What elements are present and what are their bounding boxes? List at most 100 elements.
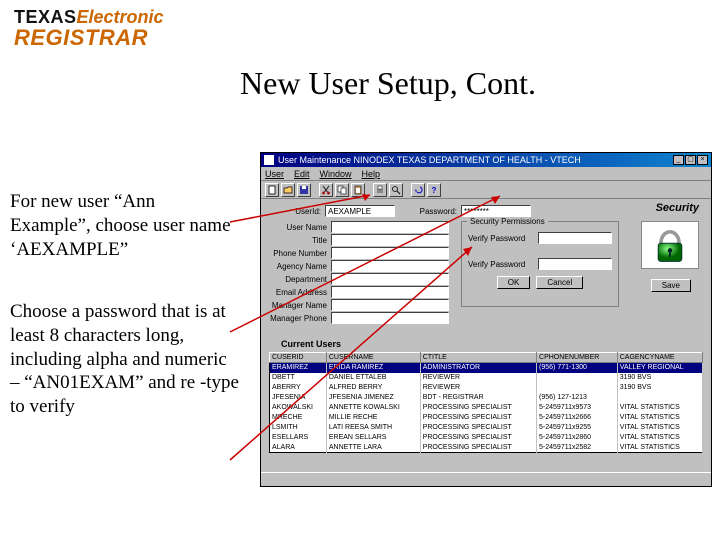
slide-title: New User Setup, Cont. bbox=[240, 65, 536, 102]
toolbar-undo-icon[interactable] bbox=[411, 183, 425, 197]
instruction-paragraph-1: For new user “Ann Example”, choose user … bbox=[10, 190, 240, 261]
table-cell: EREAN SELLARS bbox=[326, 433, 420, 443]
menu-user[interactable]: User bbox=[265, 169, 284, 179]
userid-input[interactable]: AEXAMPLE bbox=[325, 205, 395, 217]
column-header[interactable]: CAGENCYNAME bbox=[617, 353, 702, 363]
verify-password-input-2[interactable] bbox=[538, 258, 612, 270]
table-cell: DANIEL ETTALEB bbox=[326, 373, 420, 383]
table-cell: VITAL STATISTICS bbox=[617, 413, 702, 423]
table-cell bbox=[617, 393, 702, 403]
dept-label: Department bbox=[269, 275, 331, 284]
table-row[interactable]: AKOWALSKIANNETTE KOWALSKIPROCESSING SPEC… bbox=[270, 403, 703, 413]
table-cell: PROCESSING SPECIALIST bbox=[420, 403, 536, 413]
users-table[interactable]: CUSERIDCUSERNAMECTITLECPHONENUMBERCAGENC… bbox=[269, 352, 703, 453]
menu-window[interactable]: Window bbox=[320, 169, 352, 179]
table-cell: 5-2459711x9255 bbox=[537, 423, 618, 433]
table-cell: AKOWALSKI bbox=[270, 403, 327, 413]
mgr-phone-label: Manager Phone bbox=[269, 314, 331, 323]
table-row[interactable]: MRECHEMILLIE RECHEPROCESSING SPECIALIST5… bbox=[270, 413, 703, 423]
phone-input[interactable] bbox=[331, 247, 449, 259]
table-cell: VITAL STATISTICS bbox=[617, 433, 702, 443]
table-cell: VITAL STATISTICS bbox=[617, 403, 702, 413]
details-panel: User Name Title Phone Number Agency Name… bbox=[269, 221, 449, 325]
user-name-input[interactable] bbox=[331, 221, 449, 233]
table-cell: BDT - REGISTRAR bbox=[420, 393, 536, 403]
table-cell: VITAL STATISTICS bbox=[617, 423, 702, 433]
toolbar-save-icon[interactable] bbox=[297, 183, 311, 197]
table-cell: JFESENIA bbox=[270, 393, 327, 403]
permissions-group-title: Security Permissions bbox=[467, 217, 548, 226]
menu-edit[interactable]: Edit bbox=[294, 169, 310, 179]
password-label: Password: bbox=[405, 207, 457, 216]
window-title: User Maintenance NINODEX TEXAS DEPARTMEN… bbox=[278, 155, 581, 165]
menu-help[interactable]: Help bbox=[362, 169, 381, 179]
phone-label: Phone Number bbox=[269, 249, 331, 258]
table-cell: VITAL STATISTICS bbox=[617, 443, 702, 453]
security-heading: Security bbox=[656, 202, 699, 214]
table-cell: MRECHE bbox=[270, 413, 327, 423]
toolbar-paste-icon[interactable] bbox=[351, 183, 365, 197]
logo-electronic: Electronic bbox=[77, 7, 164, 27]
table-row[interactable]: ABERRYALFRED BERRYREVIEWER3190 BVS bbox=[270, 383, 703, 393]
table-row[interactable]: ALARAANNETTE LARAPROCESSING SPECIALIST5-… bbox=[270, 443, 703, 453]
logo-texas: TEXAS bbox=[14, 7, 77, 27]
table-cell: PROCESSING SPECIALIST bbox=[420, 443, 536, 453]
mgr-phone-input[interactable] bbox=[331, 312, 449, 324]
instruction-paragraph-2: Choose a password that is at least 8 cha… bbox=[10, 300, 240, 419]
table-cell: ADMINISTRATOR bbox=[420, 363, 536, 373]
column-header[interactable]: CUSERID bbox=[270, 353, 327, 363]
toolbar-help-icon[interactable]: ? bbox=[427, 183, 441, 197]
mgr-name-input[interactable] bbox=[331, 299, 449, 311]
table-row[interactable]: LSMITHLATI REESA SMITHPROCESSING SPECIAL… bbox=[270, 423, 703, 433]
toolbar-print-icon[interactable] bbox=[373, 183, 387, 197]
table-row[interactable]: DBETTDANIEL ETTALEBREVIEWER3190 BVS bbox=[270, 373, 703, 383]
table-cell: ALFRED BERRY bbox=[326, 383, 420, 393]
table-cell: ERIDA RAMIREZ bbox=[326, 363, 420, 373]
current-users-section: Current Users CUSERIDCUSERNAMECTITLECPHO… bbox=[269, 339, 703, 453]
email-label: Email Address bbox=[269, 288, 331, 297]
table-cell: LSMITH bbox=[270, 423, 327, 433]
toolbar-open-icon[interactable] bbox=[281, 183, 295, 197]
column-header[interactable]: CUSERNAME bbox=[326, 353, 420, 363]
dept-input[interactable] bbox=[331, 273, 449, 285]
table-row[interactable]: JFESENIAJFESENIA JIMENEZBDT - REGISTRAR(… bbox=[270, 393, 703, 403]
table-row[interactable]: ESELLARSEREAN SELLARSPROCESSING SPECIALI… bbox=[270, 433, 703, 443]
logo-block: TEXASElectronic REGISTRAR bbox=[14, 8, 164, 49]
column-header[interactable]: CTITLE bbox=[420, 353, 536, 363]
menubar: User Edit Window Help bbox=[261, 167, 711, 181]
close-button[interactable]: × bbox=[697, 155, 708, 165]
cancel-button[interactable]: Cancel bbox=[536, 276, 583, 289]
security-permissions-group: Security Permissions Verify Password Ver… bbox=[461, 221, 619, 307]
table-cell: ERAMIREZ bbox=[270, 363, 327, 373]
title-label: Title bbox=[269, 236, 331, 245]
titlebar[interactable]: User Maintenance NINODEX TEXAS DEPARTMEN… bbox=[261, 153, 711, 167]
table-cell: PROCESSING SPECIALIST bbox=[420, 433, 536, 443]
agency-label: Agency Name bbox=[269, 262, 331, 271]
email-input[interactable] bbox=[331, 286, 449, 298]
table-cell: ABERRY bbox=[270, 383, 327, 393]
toolbar-new-icon[interactable] bbox=[265, 183, 279, 197]
title-input[interactable] bbox=[331, 234, 449, 246]
toolbar-find-icon[interactable] bbox=[389, 183, 403, 197]
table-cell: DBETT bbox=[270, 373, 327, 383]
table-cell bbox=[537, 383, 618, 393]
table-cell: ANNETTE KOWALSKI bbox=[326, 403, 420, 413]
save-button[interactable]: Save bbox=[651, 279, 691, 292]
minimize-button[interactable]: _ bbox=[673, 155, 684, 165]
table-cell: MILLIE RECHE bbox=[326, 413, 420, 423]
verify-password-input-1[interactable] bbox=[538, 232, 612, 244]
column-header[interactable]: CPHONENUMBER bbox=[537, 353, 618, 363]
table-row[interactable]: ERAMIREZERIDA RAMIREZADMINISTRATOR(956) … bbox=[270, 363, 703, 373]
toolbar-copy-icon[interactable] bbox=[335, 183, 349, 197]
toolbar-cut-icon[interactable] bbox=[319, 183, 333, 197]
table-cell: 5-2459711x2860 bbox=[537, 433, 618, 443]
agency-input[interactable] bbox=[331, 260, 449, 272]
password-input[interactable]: ******** bbox=[461, 205, 531, 217]
table-cell: ESELLARS bbox=[270, 433, 327, 443]
current-users-title: Current Users bbox=[281, 339, 703, 349]
maximize-button[interactable]: ▢ bbox=[685, 155, 696, 165]
verify-password-label-1: Verify Password bbox=[468, 234, 538, 243]
table-cell: ALARA bbox=[270, 443, 327, 453]
verify-password-label-2: Verify Password bbox=[468, 260, 538, 269]
ok-button[interactable]: OK bbox=[497, 276, 531, 289]
